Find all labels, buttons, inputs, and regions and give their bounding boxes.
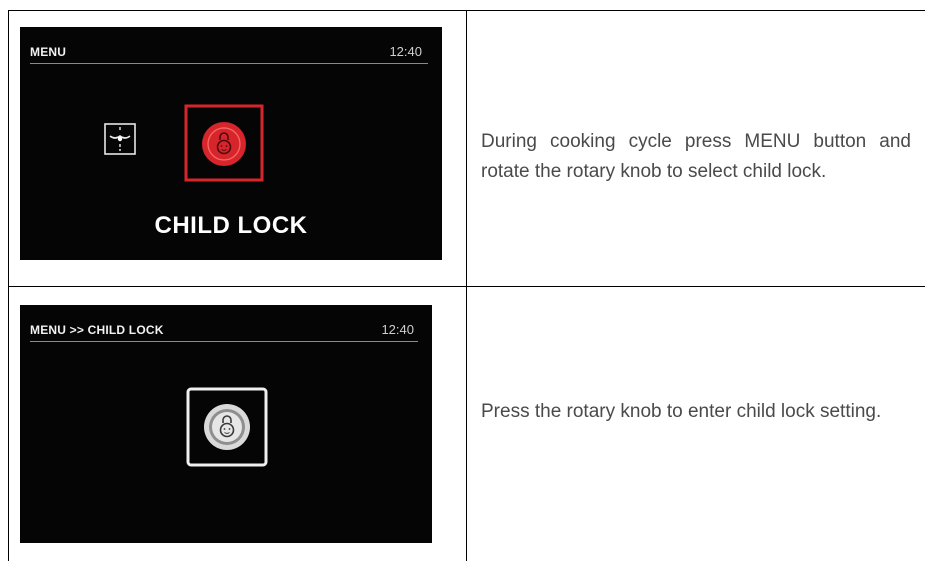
screen-time: 12:40 <box>381 322 414 337</box>
display-screen-child-lock: MENU >> CHILD LOCK 12:40 <box>20 305 432 543</box>
menu-caption: CHILD LOCK <box>154 212 308 239</box>
child-lock-icon-selected <box>184 104 264 182</box>
child-lock-icon <box>186 387 268 467</box>
instruction-text: Press the rotary knob to enter child loc… <box>481 401 882 422</box>
screen-title: MENU <box>30 45 67 59</box>
hob-icon <box>104 123 136 155</box>
header-divider <box>30 341 418 342</box>
display-screen-menu: MENU 12:40 CHILD LOCK <box>20 27 442 260</box>
table-column-divider <box>466 10 467 561</box>
table-border-left <box>8 10 9 561</box>
screen-title: MENU >> CHILD LOCK <box>30 323 164 337</box>
screen-time: 12:40 <box>389 44 422 59</box>
instruction-text: During cooking cycle press MENU button a… <box>481 131 911 182</box>
header-divider <box>30 63 428 64</box>
